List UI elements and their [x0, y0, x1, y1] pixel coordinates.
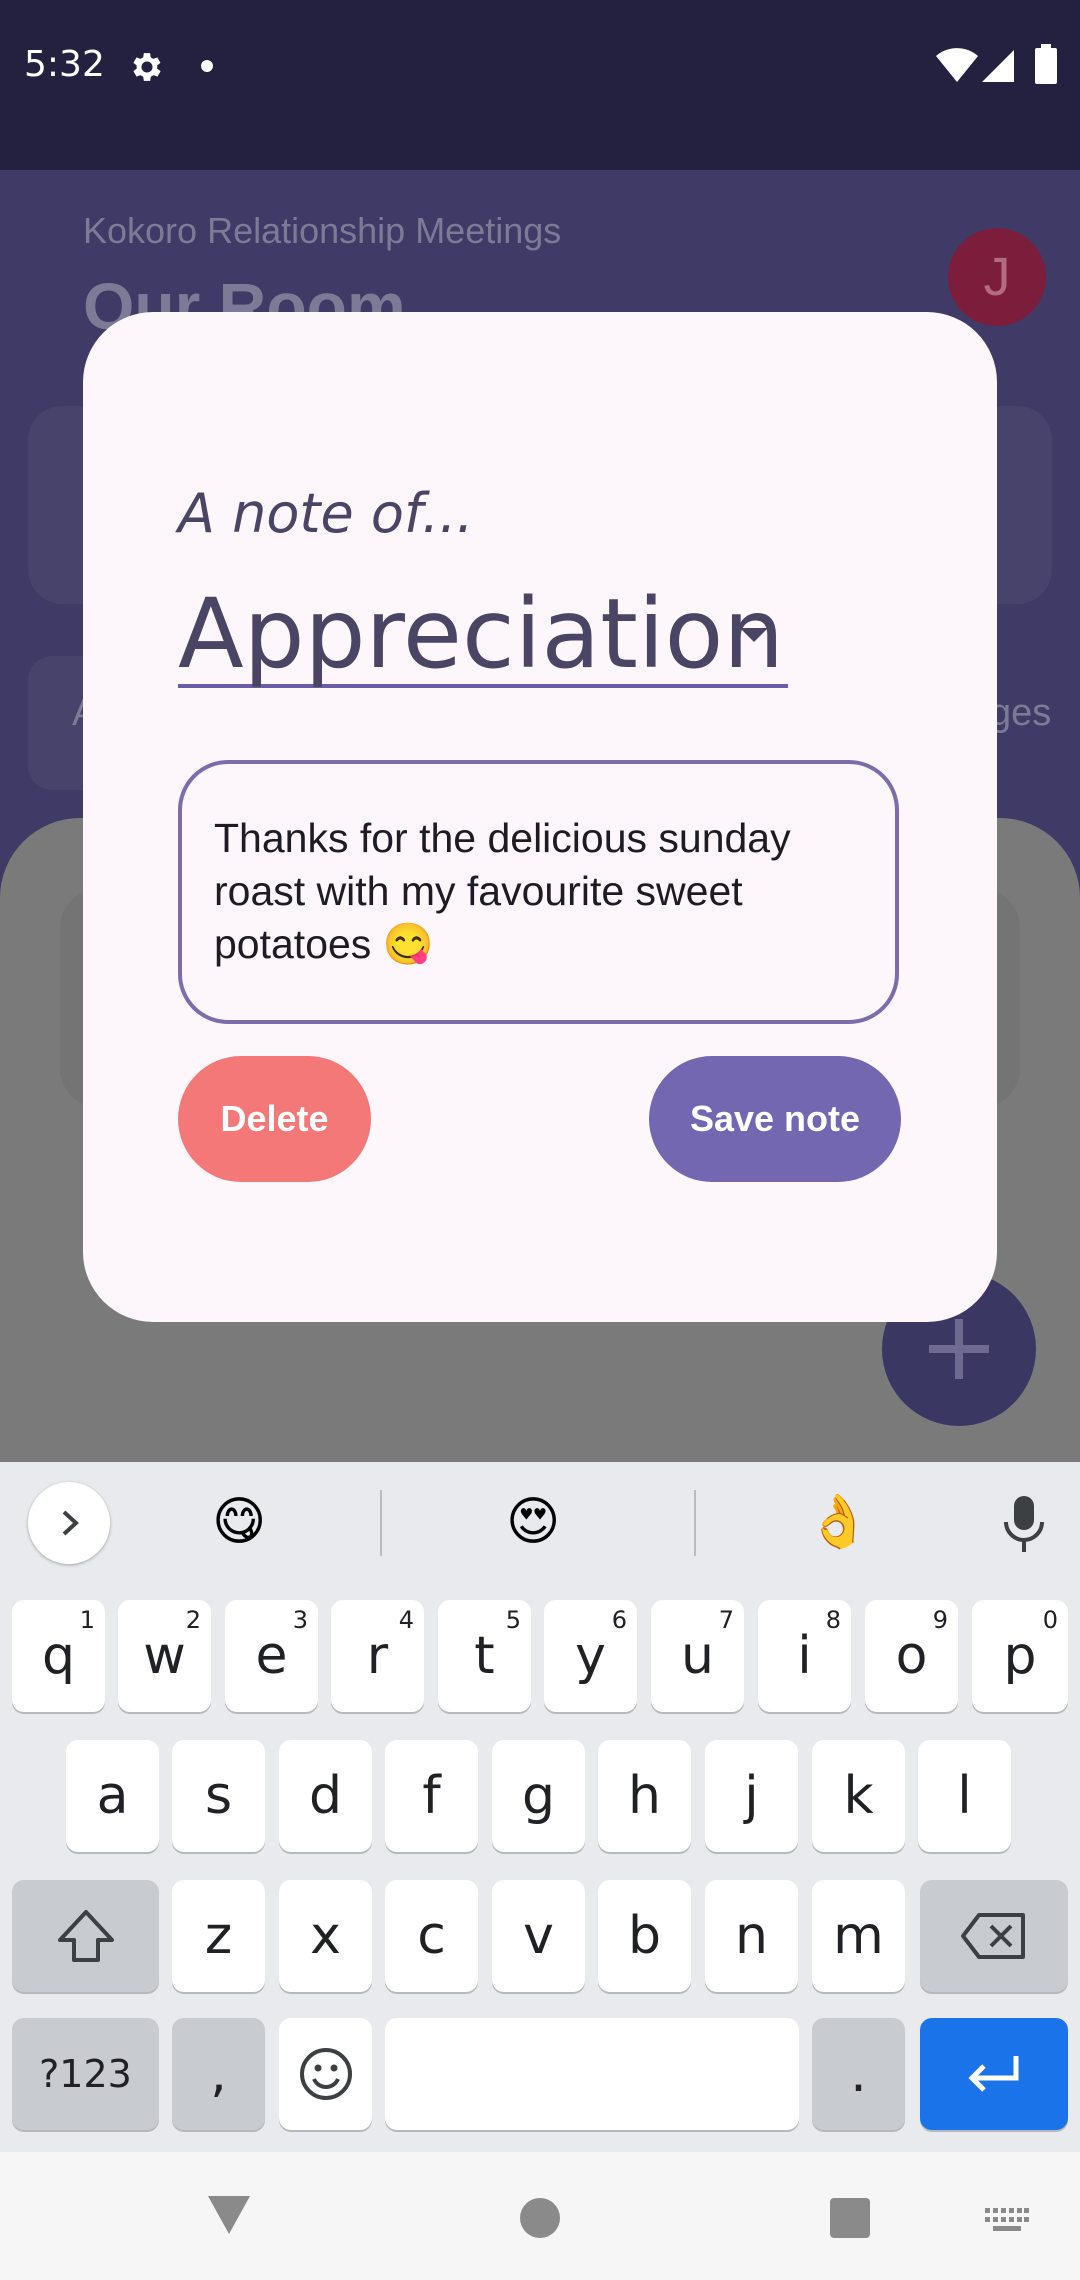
wifi-icon — [936, 48, 978, 82]
notification-dot-icon — [201, 60, 213, 72]
key-label: q — [41, 1626, 75, 1686]
key-y[interactable]: y6 — [544, 1600, 637, 1712]
note-of-label: A note of... — [178, 482, 474, 545]
home-icon[interactable] — [520, 2198, 560, 2238]
shift-icon — [57, 1910, 114, 1962]
key-s[interactable]: s — [172, 1740, 265, 1852]
comma-key[interactable]: , — [172, 2018, 265, 2130]
key-n[interactable]: n — [705, 1880, 798, 1992]
avatar[interactable]: J — [948, 228, 1046, 326]
key-label: p — [1003, 1626, 1037, 1686]
app-subtitle: Kokoro Relationship Meetings — [83, 210, 562, 251]
key-u[interactable]: u7 — [651, 1600, 744, 1712]
key-m[interactable]: m — [812, 1880, 905, 1992]
key-hint: 6 — [611, 1606, 627, 1634]
key-l[interactable]: l — [918, 1740, 1011, 1852]
key-v[interactable]: v — [492, 1880, 585, 1992]
save-note-button[interactable]: Save note — [649, 1056, 901, 1182]
space-key[interactable] — [385, 2018, 799, 2130]
key-hint: 7 — [718, 1606, 734, 1634]
key-f[interactable]: f — [385, 1740, 478, 1852]
key-hint: 4 — [398, 1606, 414, 1634]
key-hint: 1 — [79, 1606, 95, 1634]
key-hint: 9 — [932, 1606, 948, 1634]
key-q[interactable]: q1 — [12, 1600, 105, 1712]
keyboard-icon[interactable] — [985, 2208, 1029, 2232]
status-bar: 5:32 — [0, 0, 1080, 170]
key-i[interactable]: i8 — [758, 1600, 851, 1712]
keyboard: 😋 😍 👌 q1 w2 e3 r4 t5 y6 u7 i8 o9 p0 a s … — [0, 1462, 1080, 2152]
key-r[interactable]: r4 — [331, 1600, 424, 1712]
delete-button[interactable]: Delete — [178, 1056, 371, 1182]
key-label: o — [895, 1626, 928, 1686]
battery-icon — [1035, 44, 1057, 84]
key-a[interactable]: a — [66, 1740, 159, 1852]
chevron-right-icon — [62, 1510, 79, 1536]
key-label: w — [143, 1626, 186, 1686]
note-text-field[interactable]: Thanks for the delicious sunday roast wi… — [178, 760, 899, 1024]
key-hint: 5 — [505, 1606, 521, 1634]
key-w[interactable]: w2 — [118, 1600, 211, 1712]
smiley-icon — [299, 2048, 352, 2100]
suggestion-bar: 😋 😍 👌 — [0, 1462, 1080, 1582]
period-key[interactable]: . — [812, 2018, 905, 2130]
suggestion-divider — [694, 1490, 696, 1556]
key-label: y — [575, 1626, 606, 1686]
key-b[interactable]: b — [598, 1880, 691, 1992]
key-label: u — [681, 1626, 714, 1686]
keyboard-expand-button[interactable] — [28, 1482, 110, 1564]
key-d[interactable]: d — [279, 1740, 372, 1852]
key-hint: 2 — [185, 1606, 201, 1634]
key-label: r — [366, 1626, 389, 1686]
key-hint: 3 — [292, 1606, 308, 1634]
key-h[interactable]: h — [598, 1740, 691, 1852]
signal-icon — [982, 50, 1014, 82]
navigation-bar — [0, 2152, 1080, 2280]
category-dropdown[interactable]: Appreciation — [178, 580, 788, 688]
avatar-initial: J — [983, 247, 1011, 307]
caret-down-icon — [740, 628, 768, 642]
key-o[interactable]: o9 — [865, 1600, 958, 1712]
recents-icon[interactable] — [830, 2198, 870, 2238]
symbols-key[interactable]: ?123 — [12, 2018, 159, 2130]
shift-key[interactable] — [12, 1880, 159, 1992]
plus-icon — [929, 1319, 989, 1379]
gear-icon — [133, 53, 161, 81]
backspace-key[interactable] — [920, 1880, 1068, 1992]
note-text: Thanks for the delicious sunday roast wi… — [214, 815, 791, 967]
key-e[interactable]: e3 — [225, 1600, 318, 1712]
key-c[interactable]: c — [385, 1880, 478, 1992]
suggestion-emoji[interactable]: 👌 — [806, 1490, 871, 1554]
key-label: i — [797, 1626, 812, 1686]
category-value: Appreciation — [178, 578, 785, 690]
key-x[interactable]: x — [279, 1880, 372, 1992]
key-p[interactable]: p0 — [972, 1600, 1068, 1712]
status-time: 5:32 — [24, 44, 105, 85]
enter-icon — [968, 2056, 1019, 2092]
key-k[interactable]: k — [812, 1740, 905, 1852]
note-dialog: A note of... Appreciation Thanks for the… — [83, 312, 997, 1322]
key-z[interactable]: z — [172, 1880, 265, 1992]
key-label: e — [255, 1626, 288, 1686]
background-tab-label: ges — [990, 692, 1052, 734]
suggestion-emoji[interactable]: 😋 — [212, 1490, 266, 1554]
suggestion-emoji[interactable]: 😍 — [506, 1490, 560, 1554]
suggestion-divider — [380, 1490, 382, 1556]
key-j[interactable]: j — [705, 1740, 798, 1852]
emoji-key[interactable] — [279, 2018, 372, 2130]
back-icon[interactable] — [206, 2192, 252, 2236]
key-label: t — [474, 1626, 495, 1686]
key-t[interactable]: t5 — [438, 1600, 531, 1712]
enter-key[interactable] — [920, 2018, 1068, 2130]
key-g[interactable]: g — [492, 1740, 585, 1852]
key-hint: 8 — [825, 1606, 841, 1634]
backspace-icon — [961, 1913, 1025, 1959]
key-hint: 0 — [1042, 1606, 1058, 1634]
microphone-icon[interactable] — [1000, 1494, 1048, 1554]
